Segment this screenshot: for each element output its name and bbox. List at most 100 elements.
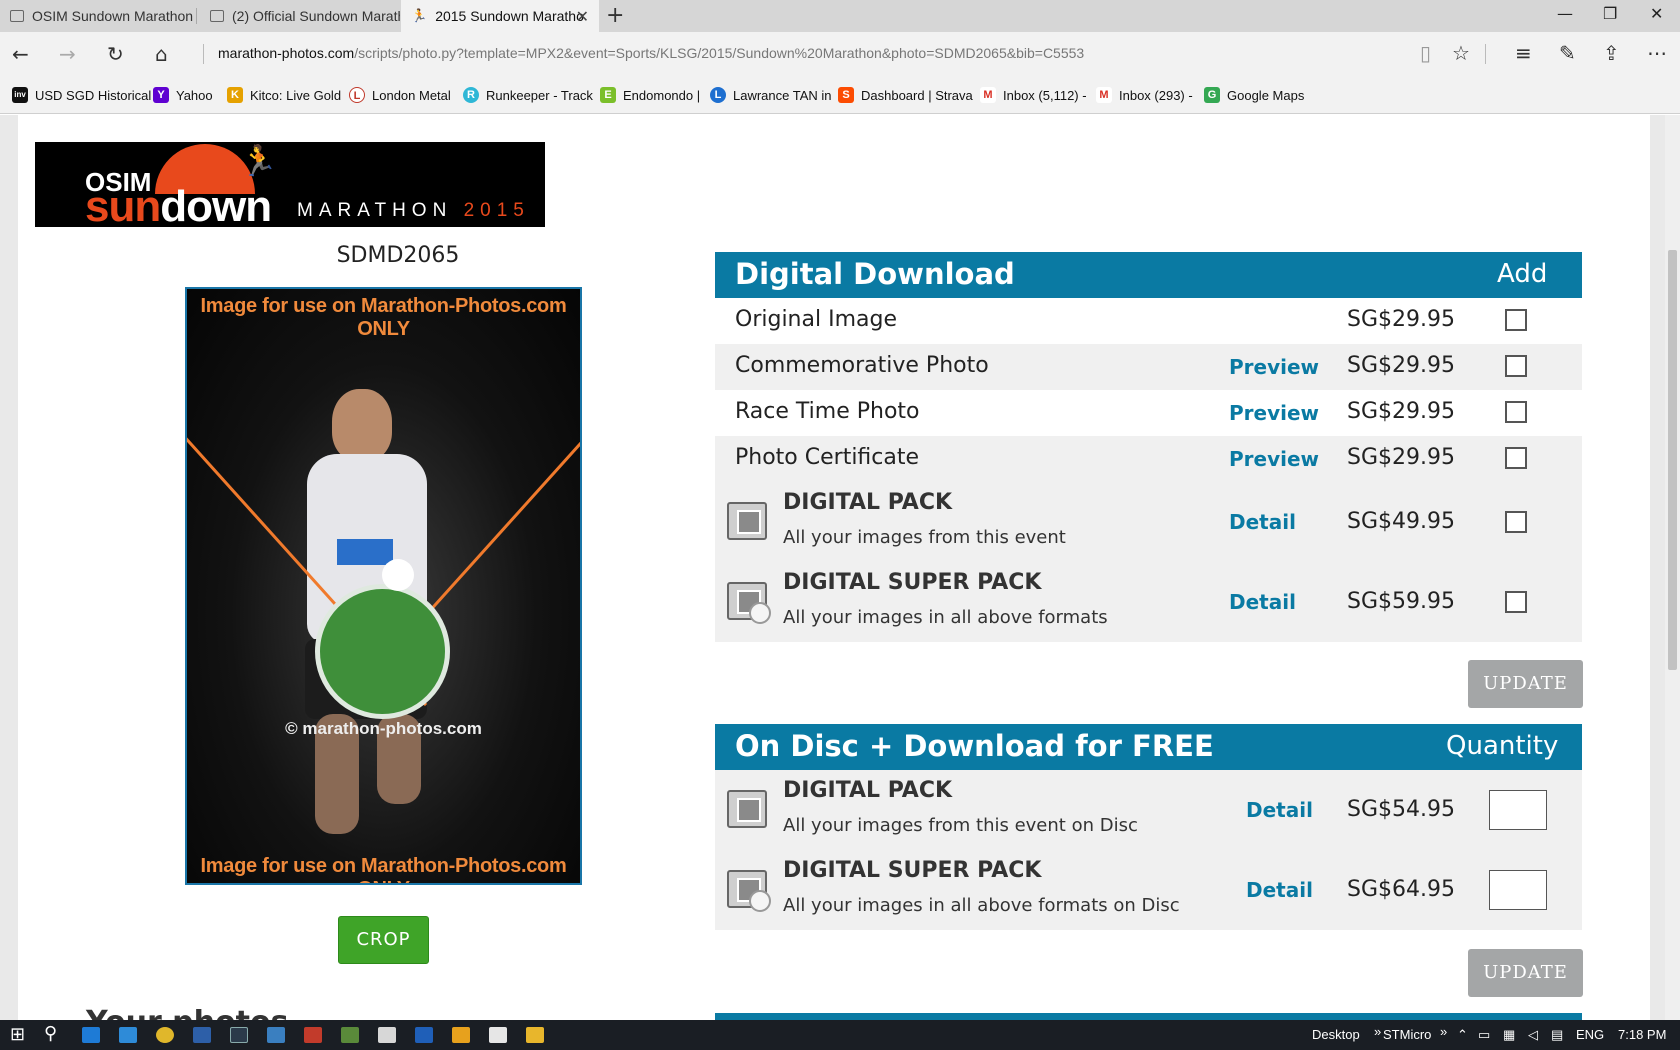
language-indicator[interactable]: ENG <box>1576 1027 1604 1042</box>
new-tab-button[interactable]: + <box>606 3 624 28</box>
photo-id: SDMD2065 <box>336 243 460 268</box>
folder-icon[interactable] <box>526 1027 544 1043</box>
favorite-inbox-293[interactable]: M Inbox (293) - <box>1096 87 1193 103</box>
favorite-google-maps[interactable]: G Google Maps <box>1204 87 1304 103</box>
back-icon[interactable]: ← <box>12 42 29 66</box>
product-row-digital-pack: DIGITAL PACK All your images from this e… <box>715 482 1582 562</box>
favorite-london-metal[interactable]: L London Metal <box>349 87 451 103</box>
preview-link[interactable]: Preview <box>1229 447 1319 471</box>
tab-osim-sundown[interactable]: OSIM Sundown Marathon 2 <box>0 0 193 32</box>
lightroom-icon[interactable] <box>230 1027 248 1043</box>
product-price: SG$29.95 <box>1347 445 1455 470</box>
favorite-usd-sgd[interactable]: inv USD SGD Historical <box>12 87 151 103</box>
desktop-toolbar[interactable]: Desktop <box>1312 1027 1360 1042</box>
forward-icon[interactable]: → <box>59 42 76 66</box>
update-digital-button[interactable]: UPDATE <box>1468 660 1583 708</box>
favorite-inbox-5112[interactable]: M Inbox (5,112) - <box>980 87 1087 103</box>
event-logo[interactable]: 🏃 OSIM sundown MARATHON 2015 <box>35 142 545 227</box>
url-field[interactable]: marathon-photos.com/scripts/photo.py?tem… <box>218 45 1084 61</box>
update-disc-button[interactable]: UPDATE <box>1468 949 1583 997</box>
favorite-kitco[interactable]: K Kitco: Live Gold <box>227 87 341 103</box>
windows-start-icon[interactable]: ⊞ <box>10 1024 25 1045</box>
favorite-label: Yahoo <box>176 87 213 103</box>
search-icon[interactable]: ⚲ <box>44 1023 57 1044</box>
watermark-top: Image for use on Marathon-Photos.com ONL… <box>200 295 567 340</box>
favorite-endomondo[interactable]: E Endomondo | <box>600 87 700 103</box>
app-icon[interactable] <box>267 1027 285 1043</box>
add-checkbox[interactable] <box>1505 511 1527 533</box>
tray-up-icon[interactable]: ⌃ <box>1457 1027 1468 1043</box>
pack-title: DIGITAL PACK <box>783 778 953 803</box>
restore-icon[interactable]: ❐ <box>1603 4 1617 23</box>
detail-link[interactable]: Detail <box>1246 798 1313 822</box>
app-icon[interactable] <box>452 1027 470 1043</box>
favorite-yahoo[interactable]: Y Yahoo <box>153 87 213 103</box>
chrome-icon[interactable] <box>156 1027 174 1043</box>
quantity-input[interactable] <box>1489 790 1547 830</box>
app-icon[interactable] <box>415 1027 433 1043</box>
ie-icon[interactable] <box>119 1027 137 1043</box>
store-icon[interactable] <box>378 1027 396 1043</box>
favorite-label: Inbox (293) - <box>1119 87 1193 103</box>
add-checkbox[interactable] <box>1505 447 1527 469</box>
toolbar-chevron-icon[interactable]: » <box>1374 1024 1381 1039</box>
favorite-star-icon[interactable]: ☆ <box>1452 41 1470 65</box>
refresh-icon[interactable]: ↻ <box>107 42 124 66</box>
race-photo[interactable]: © marathon-photos.com Image for use on M… <box>185 287 582 885</box>
detail-link[interactable]: Detail <box>1229 590 1296 614</box>
preview-link[interactable]: Preview <box>1229 401 1319 425</box>
favorite-lawrance-tan[interactable]: L Lawrance TAN in <box>710 87 832 103</box>
product-name: Commemorative Photo <box>735 353 989 378</box>
edge-icon[interactable] <box>82 1027 100 1043</box>
yahoo-icon: Y <box>153 87 169 103</box>
share-icon[interactable]: ⇪ <box>1603 41 1620 65</box>
favorite-runkeeper[interactable]: R Runkeeper - Track <box>463 87 593 103</box>
product-row-commemorative-photo: Commemorative Photo Preview SG$29.95 <box>715 344 1582 390</box>
tab-title: 2015 Sundown Maratho <box>435 8 584 24</box>
mail-icon[interactable] <box>489 1027 507 1043</box>
favorite-label: Kitco: Live Gold <box>250 87 342 103</box>
product-row-photo-certificate: Photo Certificate Preview SG$29.95 <box>715 436 1582 482</box>
app-icon[interactable] <box>193 1027 211 1043</box>
gmail-icon: M <box>1096 87 1112 103</box>
scroll-thumb[interactable] <box>1668 250 1677 670</box>
add-checkbox[interactable] <box>1505 355 1527 377</box>
favorite-strava[interactable]: S Dashboard | Strava <box>838 87 973 103</box>
add-checkbox[interactable] <box>1505 309 1527 331</box>
watermark-bottom: Image for use on Marathon-Photos.com ONL… <box>200 855 567 883</box>
app-icon[interactable] <box>304 1027 322 1043</box>
product-price: SG$29.95 <box>1347 307 1455 332</box>
battery-icon[interactable]: ▭ <box>1478 1027 1490 1043</box>
crop-button[interactable]: CROP <box>338 916 429 964</box>
more-icon[interactable]: ⋯ <box>1647 41 1667 65</box>
toolbar-chevron-icon[interactable]: » <box>1440 1024 1447 1039</box>
app-icon[interactable] <box>341 1027 359 1043</box>
detail-link[interactable]: Detail <box>1246 878 1313 902</box>
close-tab-icon[interactable]: ✕ <box>576 7 589 27</box>
network-icon[interactable]: ▦ <box>1503 1027 1515 1043</box>
home-icon[interactable]: ⌂ <box>155 42 168 66</box>
minimize-icon[interactable]: — <box>1557 4 1573 23</box>
product-name: Original Image <box>735 307 897 332</box>
reading-view-icon[interactable]: ▯ <box>1420 41 1431 65</box>
favorite-label: Google Maps <box>1227 87 1305 103</box>
tab-sundown-marathon-active[interactable]: 🏃 2015 Sundown Maratho ✕ <box>401 0 599 32</box>
preview-link[interactable]: Preview <box>1229 355 1319 379</box>
close-window-icon[interactable]: ✕ <box>1650 4 1663 23</box>
quantity-input[interactable] <box>1489 870 1547 910</box>
photo-disc-pack-icon <box>727 870 771 912</box>
volume-icon[interactable]: ◁ <box>1528 1027 1538 1043</box>
product-price: SG$54.95 <box>1347 797 1455 822</box>
add-checkbox[interactable] <box>1505 401 1527 423</box>
add-checkbox[interactable] <box>1505 591 1527 613</box>
url-host: marathon-photos.com <box>218 45 355 61</box>
stmicro-toolbar[interactable]: STMicro <box>1383 1027 1431 1042</box>
detail-link[interactable]: Detail <box>1229 510 1296 534</box>
clock[interactable]: 7:18 PM <box>1618 1027 1666 1042</box>
hub-icon[interactable]: ≡ <box>1515 41 1532 65</box>
notification-icon[interactable]: ▤ <box>1551 1027 1563 1043</box>
tab-official-sundown[interactable]: (2) Official Sundown Marath <box>200 0 400 32</box>
web-note-icon[interactable]: ✎ <box>1559 41 1576 65</box>
vertical-scrollbar[interactable] <box>1665 115 1680 1020</box>
digital-download-header: Digital Download Add <box>715 252 1582 298</box>
